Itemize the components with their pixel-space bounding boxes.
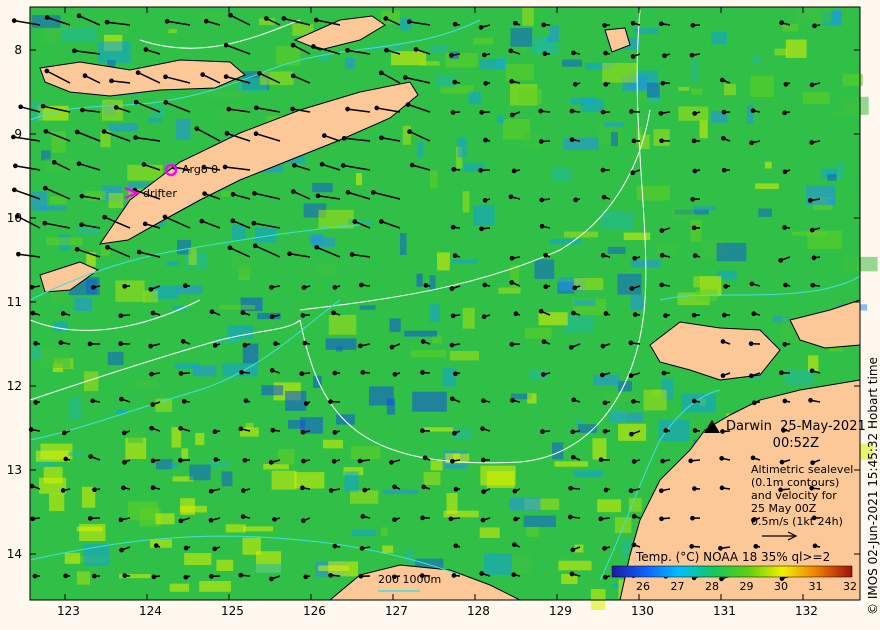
copyright-label: © IMOS 02-Jun-2021 15:45:32 Hobart time (866, 357, 880, 615)
latitude-tick-label: 10 (6, 211, 22, 225)
latitude-tick-label: 11 (6, 295, 22, 309)
longitude-tick-label: 130 (631, 604, 654, 618)
altimetry-line: (0.1m contours) (751, 476, 840, 489)
latitude-tick-label: 8 (14, 43, 22, 57)
colorbar-tick-label: 32 (843, 580, 857, 593)
longitude-tick-label: 125 (221, 604, 244, 618)
longitude-tick-label: 131 (713, 604, 736, 618)
longitude-tick-label: 129 (549, 604, 572, 618)
altimetry-line: Altimetric sealevel (751, 463, 854, 476)
argo-label: Argo 0 (182, 163, 219, 176)
date-box: Darwin 25-May-2021 00:52Z (726, 418, 866, 452)
longitude-tick-label: 126 (303, 604, 326, 618)
isobath-legend-label: 200 1000m (378, 573, 442, 586)
drifter-label: drifter (143, 187, 177, 200)
colorbar-tick-label: 28 (705, 580, 719, 593)
colorbar-title: Temp. (°C) NOAA 18 35% ql>=2 (636, 550, 831, 564)
altimetry-line: 0.5m/s (1kt 24h) (751, 515, 843, 528)
colorbar-tick-label: 29 (739, 580, 754, 593)
map-canvas[interactable] (0, 0, 880, 630)
colorbar (611, 565, 853, 578)
longitude-tick-label: 123 (57, 604, 80, 618)
longitude-tick-label: 132 (795, 604, 818, 618)
longitude-tick-label: 127 (385, 604, 408, 618)
altimetry-note: Altimetric sealevel (0.1m contours) and … (751, 463, 853, 528)
colorbar-tick-label: 31 (808, 580, 823, 593)
time-label: 00:52Z (772, 436, 820, 451)
place-label: Darwin (726, 419, 772, 434)
colorbar-tick-label: 26 (636, 580, 650, 593)
latitude-tick-label: 13 (6, 463, 22, 477)
latitude-tick-label: 14 (6, 547, 22, 561)
latitude-tick-label: 9 (14, 127, 22, 141)
colorbar-tick-label: 27 (670, 580, 685, 593)
date-label: 25-May-2021 (780, 419, 866, 434)
longitude-tick-label: 128 (467, 604, 490, 618)
altimetry-line: 25 May 00Z (751, 502, 817, 515)
longitude-tick-label: 124 (139, 604, 162, 618)
altimetry-line: and velocity for (751, 489, 837, 502)
latitude-tick-label: 12 (6, 379, 22, 393)
colorbar-tick-label: 30 (774, 580, 788, 593)
